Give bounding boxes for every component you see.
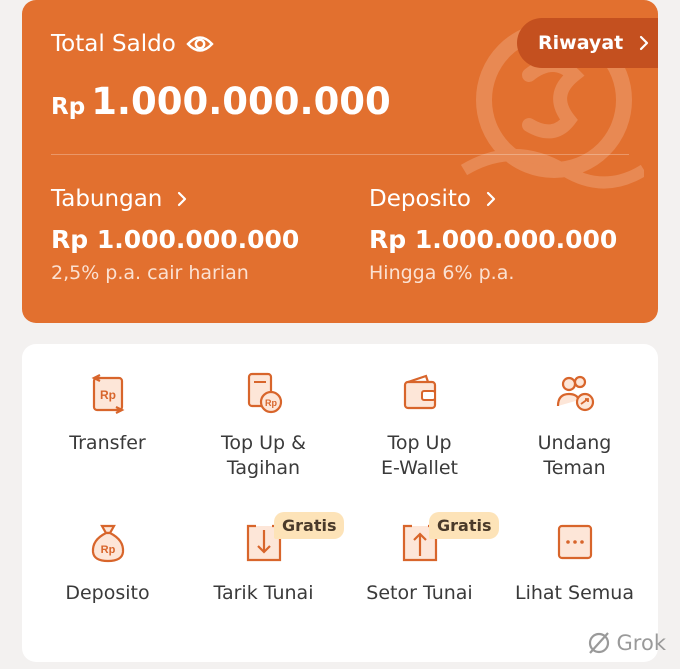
savings-section[interactable]: Tabungan Rp 1.000.000.000 2,5% p.a. cair…	[51, 186, 299, 284]
svg-text:Rp: Rp	[100, 544, 115, 556]
invite-friends-icon	[556, 375, 594, 412]
history-button[interactable]: Riwayat	[517, 18, 658, 68]
total-balance-label: Total Saldo	[51, 31, 214, 57]
savings-note: 2,5% p.a. cair harian	[51, 262, 249, 284]
chevron-right-icon	[486, 191, 496, 207]
grok-watermark: Grok	[586, 630, 666, 656]
deposit-note: Hingga 6% p.a.	[369, 262, 515, 284]
more-icon	[557, 524, 592, 560]
quick-menu: Rp Transfer Rp Top Up & Tagihan Top Up E…	[22, 344, 658, 662]
savings-amount: Rp 1.000.000.000	[51, 225, 300, 254]
deposit-title: Deposito	[369, 186, 471, 212]
divider	[51, 154, 629, 155]
balance-card: Total Saldo Rp 1.000.000.000 Riwayat Tab…	[22, 0, 658, 323]
deposit-section[interactable]: Deposito Rp 1.000.000.000 Hingga 6% p.a.	[369, 186, 617, 284]
svg-text:Rp: Rp	[265, 398, 277, 408]
savings-title: Tabungan	[51, 186, 163, 212]
total-balance-amount: Rp 1.000.000.000	[51, 80, 391, 123]
grok-logo-icon	[588, 632, 609, 654]
free-badge: Gratis	[274, 512, 345, 539]
transfer-icon: Rp	[91, 374, 124, 414]
free-badge: Gratis	[429, 512, 500, 539]
money-bag-icon: Rp	[91, 524, 124, 563]
svg-text:Rp: Rp	[100, 388, 116, 402]
eye-icon[interactable]	[186, 34, 214, 54]
deposit-amount: Rp 1.000.000.000	[369, 225, 618, 254]
wallet-icon	[403, 374, 436, 410]
chevron-right-icon	[639, 35, 649, 51]
chevron-right-icon	[177, 191, 187, 207]
bill-icon: Rp	[247, 372, 282, 414]
